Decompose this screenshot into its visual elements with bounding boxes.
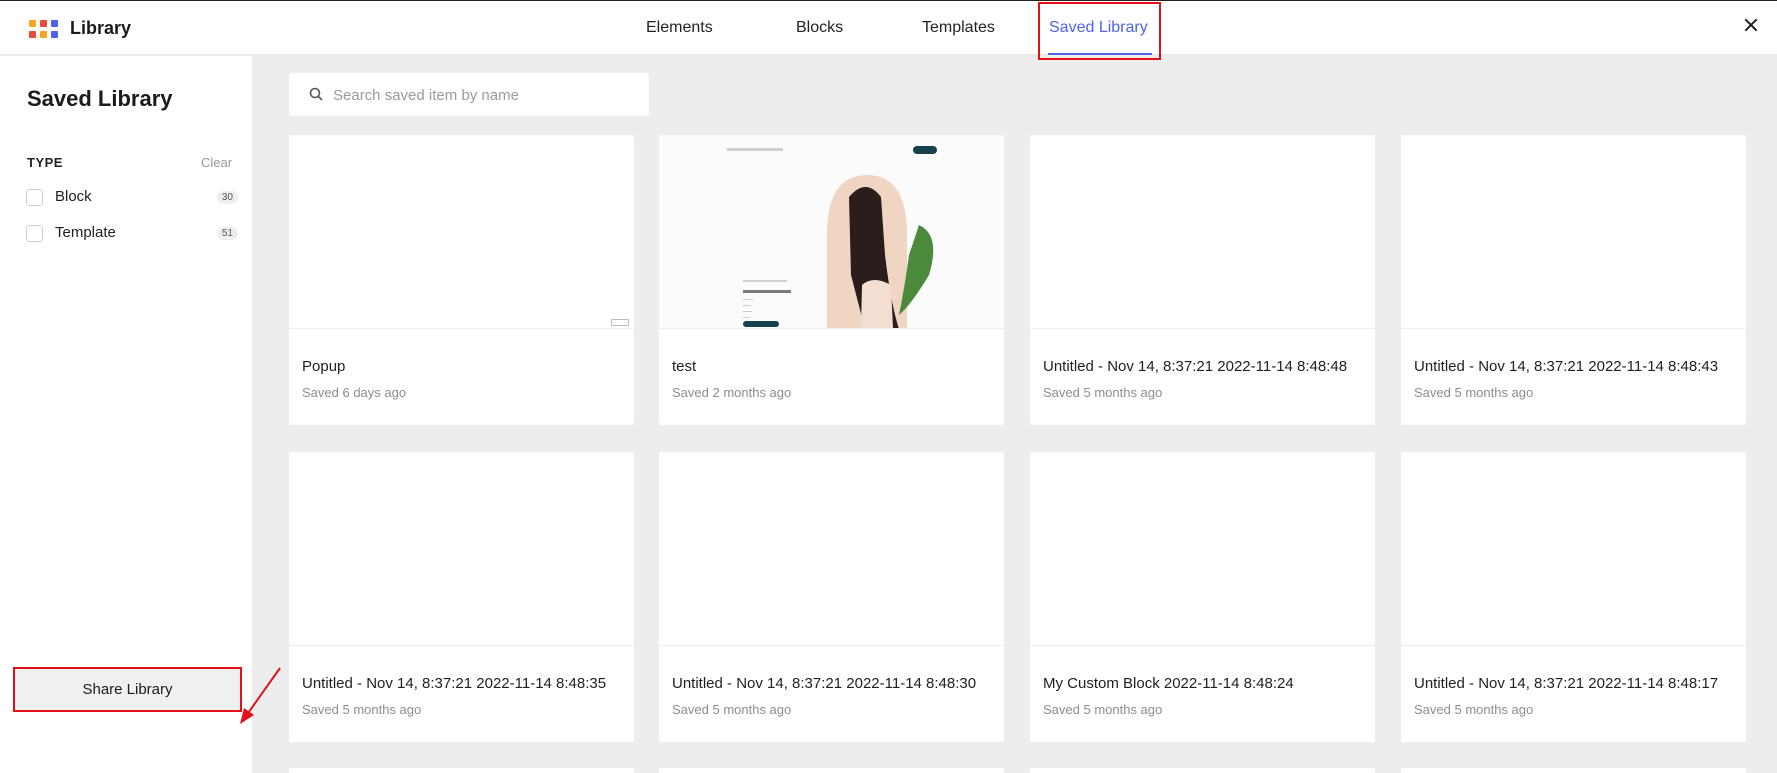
type-filter-heading: TYPE [27,155,63,170]
library-card[interactable]: Untitled - Nov 14, 8:37:21 2022-11-14 8:… [289,452,634,742]
card-preview [289,452,634,646]
tab-elements[interactable]: Elements [646,19,713,37]
library-card[interactable]: Untitled - Nov 14, 8:37:21 2022-11-14 8:… [1030,135,1375,425]
card-name: Untitled - Nov 14, 8:37:21 2022-11-14 8:… [302,675,607,692]
card-info: test Saved 2 months ago [659,330,1004,425]
library-card-partial[interactable] [289,768,634,773]
library-card-partial[interactable] [1401,768,1746,773]
card-name: Untitled - Nov 14, 8:37:21 2022-11-14 8:… [1414,675,1719,692]
library-card[interactable]: Popup Saved 6 days ago [289,135,634,425]
block-checkbox[interactable] [26,189,43,206]
card-name: Popup [302,358,346,375]
card-info: Untitled - Nov 14, 8:37:21 2022-11-14 8:… [659,647,1004,742]
library-card[interactable]: Untitled - Nov 14, 8:37:21 2022-11-14 8:… [659,452,1004,742]
card-preview [659,452,1004,646]
card-info: Untitled - Nov 14, 8:37:21 2022-11-14 8:… [1401,647,1746,742]
filter-label: Template [55,224,116,241]
clear-filter-link[interactable]: Clear [201,155,232,170]
tab-blocks[interactable]: Blocks [796,19,843,37]
library-header: Library Elements Blocks Templates Saved … [0,0,1777,55]
library-card[interactable]: My Custom Block 2022-11-14 8:48:24 Saved… [1030,452,1375,742]
card-name: Untitled - Nov 14, 8:37:21 2022-11-14 8:… [1043,358,1348,375]
library-card-partial[interactable] [1030,768,1375,773]
sidebar-title: Saved Library [27,86,173,111]
library-card-partial[interactable] [659,768,1004,773]
count-badge: 30 [216,191,238,204]
card-saved-time: Saved 5 months ago [1414,702,1534,717]
preview-button-thumb [611,319,629,326]
filter-label: Block [55,188,92,205]
search-icon [309,87,323,101]
card-info: My Custom Block 2022-11-14 8:48:24 Saved… [1030,647,1375,742]
share-library-button[interactable]: Share Library [13,667,242,712]
tab-bar: Elements Blocks Templates Saved Library [0,1,1777,56]
card-info: Untitled - Nov 14, 8:37:21 2022-11-14 8:… [1030,330,1375,425]
annotation-arrow-icon [240,667,281,724]
library-card[interactable]: Untitled - Nov 14, 8:37:21 2022-11-14 8:… [1401,452,1746,742]
filter-template[interactable]: Template 51 [26,224,238,244]
card-info: Untitled - Nov 14, 8:37:21 2022-11-14 8:… [289,647,634,742]
sidebar: Saved Library TYPE Clear Block 30 Templa… [0,56,252,773]
library-card[interactable]: test Saved 2 months ago [659,135,1004,425]
card-name: My Custom Block 2022-11-14 8:48:24 [1043,675,1294,692]
card-preview [1030,452,1375,646]
card-preview [659,135,1004,329]
tab-highlight-box [1038,2,1161,60]
card-saved-time: Saved 5 months ago [672,702,792,717]
card-saved-time: Saved 2 months ago [672,385,792,400]
card-name: Untitled - Nov 14, 8:37:21 2022-11-14 8:… [672,675,977,692]
filter-block[interactable]: Block 30 [26,188,238,208]
card-preview [289,135,634,329]
card-saved-time: Saved 5 months ago [1043,702,1163,717]
card-saved-time: Saved 5 months ago [1043,385,1163,400]
library-card[interactable]: Untitled - Nov 14, 8:37:21 2022-11-14 8:… [1401,135,1746,425]
count-badge: 51 [216,227,238,240]
card-preview [1401,135,1746,329]
template-checkbox[interactable] [26,225,43,242]
search-box [289,73,649,116]
card-saved-time: Saved 5 months ago [302,702,422,717]
close-icon[interactable] [1740,15,1762,37]
search-input[interactable] [333,83,633,107]
card-saved-time: Saved 6 days ago [302,385,407,400]
template-preview-image [727,146,937,328]
card-saved-time: Saved 5 months ago [1414,385,1534,400]
card-name: test [672,358,697,375]
card-info: Popup Saved 6 days ago [289,330,634,425]
card-name: Untitled - Nov 14, 8:37:21 2022-11-14 8:… [1414,358,1719,375]
card-preview [1401,452,1746,646]
tab-templates[interactable]: Templates [922,19,995,37]
card-preview [1030,135,1375,329]
card-info: Untitled - Nov 14, 8:37:21 2022-11-14 8:… [1401,330,1746,425]
